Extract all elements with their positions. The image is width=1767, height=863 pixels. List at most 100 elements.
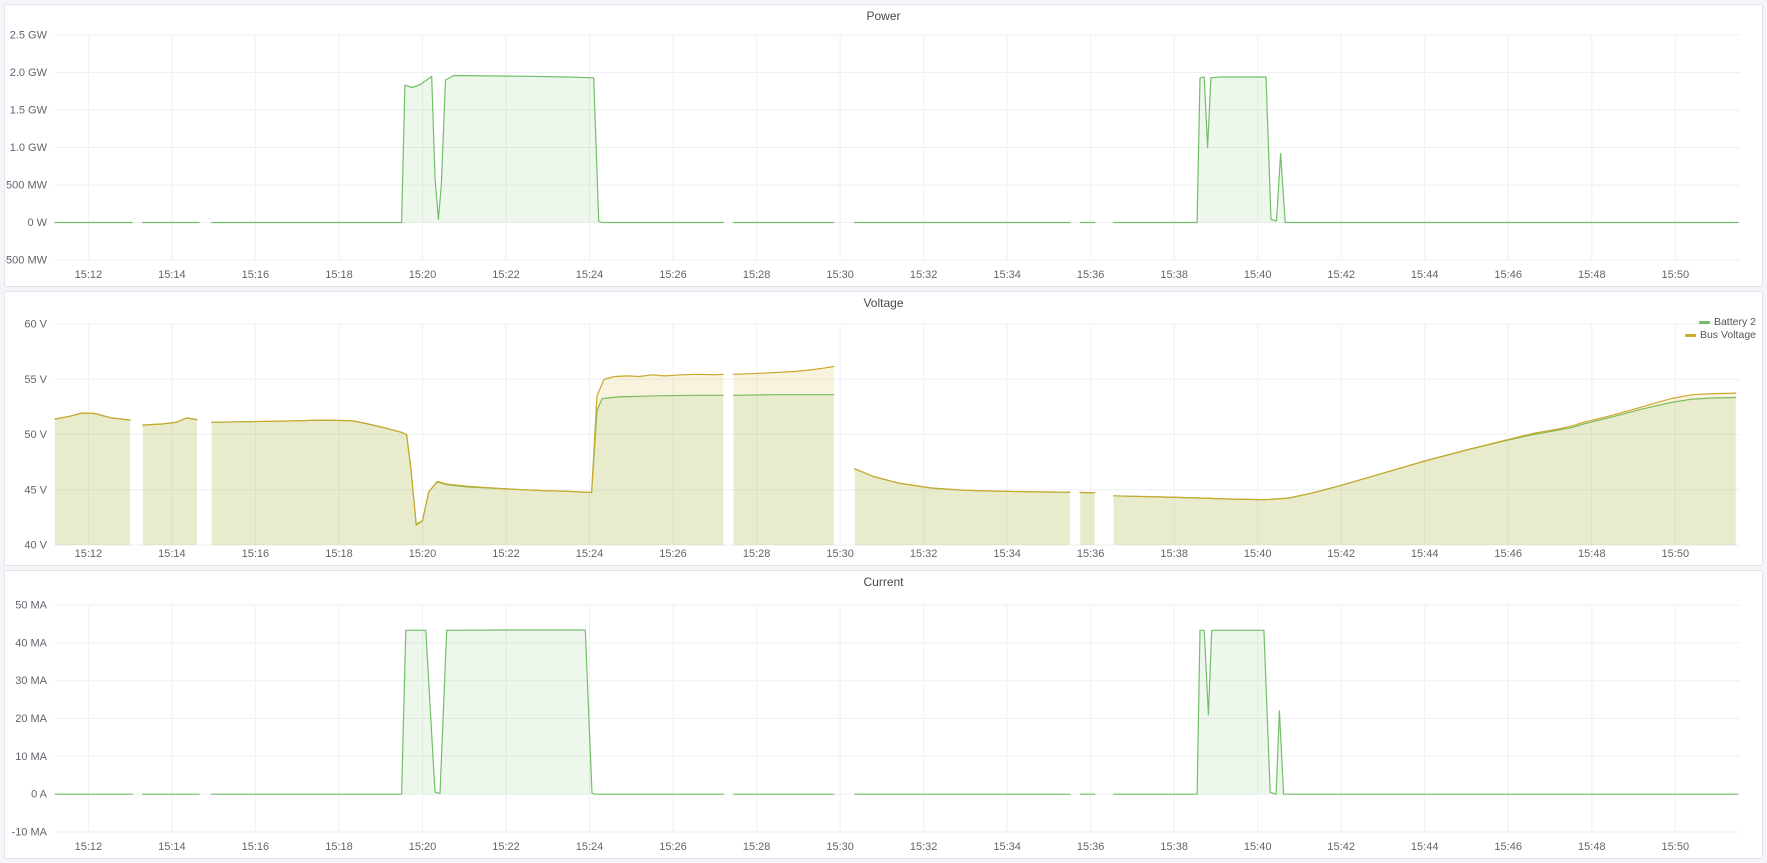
x-tick-label: 15:22 bbox=[492, 841, 520, 853]
chart-svg: 50 MA40 MA30 MA20 MA10 MA0 A-10 MA15:121… bbox=[5, 593, 1762, 858]
power-panel-title[interactable]: Power bbox=[5, 5, 1762, 27]
y-tick-label: 50 V bbox=[24, 429, 47, 441]
x-tick-label: 15:28 bbox=[743, 841, 771, 853]
x-tick-label: 15:16 bbox=[242, 269, 270, 281]
legend-item-battery-2[interactable]: Battery 2 bbox=[1685, 316, 1756, 329]
x-tick-label: 15:44 bbox=[1411, 841, 1439, 853]
x-tick-label: 15:36 bbox=[1077, 548, 1105, 560]
series-fill bbox=[212, 630, 724, 794]
series-fill bbox=[1114, 630, 1738, 794]
y-tick-label: 2.0 GW bbox=[10, 67, 48, 79]
series-0 bbox=[55, 76, 1738, 223]
y-tick-label: 30 MA bbox=[15, 675, 47, 687]
series-0 bbox=[55, 630, 1738, 794]
y-tick-label: 60 V bbox=[24, 319, 47, 331]
legend-marker-icon bbox=[1685, 334, 1696, 337]
x-tick-label: 15:26 bbox=[659, 269, 687, 281]
x-tick-label: 15:48 bbox=[1578, 269, 1606, 281]
x-tick-label: 15:46 bbox=[1494, 841, 1522, 853]
x-tick-label: 15:34 bbox=[993, 269, 1021, 281]
x-tick-label: 15:30 bbox=[826, 269, 854, 281]
x-tick-label: 15:20 bbox=[409, 841, 437, 853]
current-panel: Current 50 MA40 MA30 MA20 MA10 MA0 A-10 … bbox=[4, 570, 1763, 859]
x-tick-label: 15:42 bbox=[1327, 841, 1355, 853]
x-tick-label: 15:20 bbox=[409, 548, 437, 560]
x-tick-label: 15:50 bbox=[1662, 841, 1690, 853]
x-tick-label: 15:32 bbox=[910, 841, 938, 853]
x-tick-label: 15:30 bbox=[826, 548, 854, 560]
x-tick-label: 15:18 bbox=[325, 548, 353, 560]
x-tick-label: 15:46 bbox=[1494, 548, 1522, 560]
x-tick-label: 15:46 bbox=[1494, 269, 1522, 281]
current-chart[interactable]: 50 MA40 MA30 MA20 MA10 MA0 A-10 MA15:121… bbox=[5, 593, 1762, 858]
series-fill bbox=[734, 367, 834, 546]
y-tick-label: 40 MA bbox=[15, 637, 47, 649]
x-tick-label: 15:26 bbox=[659, 548, 687, 560]
x-tick-label: 15:34 bbox=[993, 548, 1021, 560]
series-fill bbox=[143, 418, 197, 545]
chart-svg: 2.5 GW 2.0 GW 1.5 GW 1.0 GW 500 MW 0 W -500 MW… bbox=[5, 27, 1762, 286]
x-tick-label: 15:14 bbox=[158, 841, 186, 853]
y-tick-label: 45 V bbox=[24, 484, 47, 496]
x-tick-label: 15:38 bbox=[1160, 269, 1188, 281]
y-tick-label: 2.5 GW bbox=[10, 30, 48, 42]
x-tick-label: 15:18 bbox=[325, 269, 353, 281]
x-tick-label: 15:22 bbox=[492, 269, 520, 281]
y-tick-label: 55 V bbox=[24, 374, 47, 386]
voltage-panel: Voltage 60 V 55 V 50 V 45 V 40 V 15:12 15:14 15… bbox=[4, 291, 1763, 566]
x-tick-label: 15:42 bbox=[1327, 548, 1355, 560]
x-tick-label: 15:44 bbox=[1411, 269, 1439, 281]
x-tick-label: 15:40 bbox=[1244, 548, 1272, 560]
x-tick-label: 15:36 bbox=[1077, 841, 1105, 853]
x-tick-label: 15:24 bbox=[576, 841, 604, 853]
voltage-chart[interactable]: 60 V 55 V 50 V 45 V 40 V 15:12 15:14 15:16 15:18… bbox=[5, 314, 1762, 565]
x-tick-label: 15:20 bbox=[409, 269, 437, 281]
x-tick-label: 15:12 bbox=[75, 269, 103, 281]
x-tick-label: 15:32 bbox=[910, 269, 938, 281]
chart-svg: 60 V 55 V 50 V 45 V 40 V 15:12 15:14 15:16 15:18… bbox=[5, 314, 1762, 565]
series-fill bbox=[1080, 493, 1095, 546]
x-tick-label: 15:16 bbox=[242, 548, 270, 560]
x-tick-label: 15:26 bbox=[659, 841, 687, 853]
x-tick-label: 15:16 bbox=[242, 841, 270, 853]
x-tick-label: 15:38 bbox=[1160, 548, 1188, 560]
power-chart[interactable]: 2.5 GW 2.0 GW 1.5 GW 1.0 GW 500 MW 0 W -500 MW… bbox=[5, 27, 1762, 286]
series-1 bbox=[55, 367, 1736, 546]
power-panel: Power 2.5 GW 2.0 GW 1.5 GW 1.0 GW 500 MW 0 W -… bbox=[4, 4, 1763, 287]
series-fill bbox=[55, 413, 130, 545]
y-tick-label: 40 V bbox=[24, 540, 47, 552]
x-tick-label: 15:28 bbox=[743, 548, 771, 560]
y-tick-label: 1.5 GW bbox=[10, 105, 48, 117]
x-tick-label: 15:40 bbox=[1244, 841, 1272, 853]
series-fill bbox=[212, 76, 724, 223]
x-tick-label: 15:24 bbox=[576, 269, 604, 281]
y-tick-label: 50 MA bbox=[15, 600, 47, 612]
x-tick-label: 15:12 bbox=[75, 548, 103, 560]
y-tick-label: 500 MW bbox=[6, 180, 48, 192]
y-tick-label: 10 MA bbox=[15, 751, 47, 763]
legend-label: Battery 2 bbox=[1714, 316, 1756, 329]
series-fill bbox=[212, 374, 724, 545]
y-tick-label: 20 MA bbox=[15, 713, 47, 725]
voltage-panel-title[interactable]: Voltage bbox=[5, 292, 1762, 314]
x-tick-label: 15:24 bbox=[576, 548, 604, 560]
y-tick-label: -500 MW bbox=[5, 255, 48, 267]
legend-label: Bus Voltage bbox=[1700, 329, 1756, 342]
legend: Battery 2Bus Voltage bbox=[1685, 316, 1756, 342]
x-tick-label: 15:36 bbox=[1077, 269, 1105, 281]
y-tick-label: 0 W bbox=[27, 217, 47, 229]
y-tick-label: 0 A bbox=[31, 789, 48, 801]
x-tick-label: 15:14 bbox=[158, 548, 186, 560]
x-tick-label: 15:30 bbox=[826, 841, 854, 853]
current-panel-title[interactable]: Current bbox=[5, 571, 1762, 593]
x-tick-label: 15:18 bbox=[325, 841, 353, 853]
x-tick-label: 15:28 bbox=[743, 269, 771, 281]
x-tick-label: 15:14 bbox=[158, 269, 186, 281]
y-tick-label: 1.0 GW bbox=[10, 142, 48, 154]
x-tick-label: 15:12 bbox=[75, 841, 103, 853]
x-tick-label: 15:44 bbox=[1411, 548, 1439, 560]
x-tick-label: 15:34 bbox=[993, 841, 1021, 853]
x-tick-label: 15:48 bbox=[1578, 841, 1606, 853]
x-tick-label: 15:48 bbox=[1578, 548, 1606, 560]
legend-item-bus-voltage[interactable]: Bus Voltage bbox=[1685, 329, 1756, 342]
